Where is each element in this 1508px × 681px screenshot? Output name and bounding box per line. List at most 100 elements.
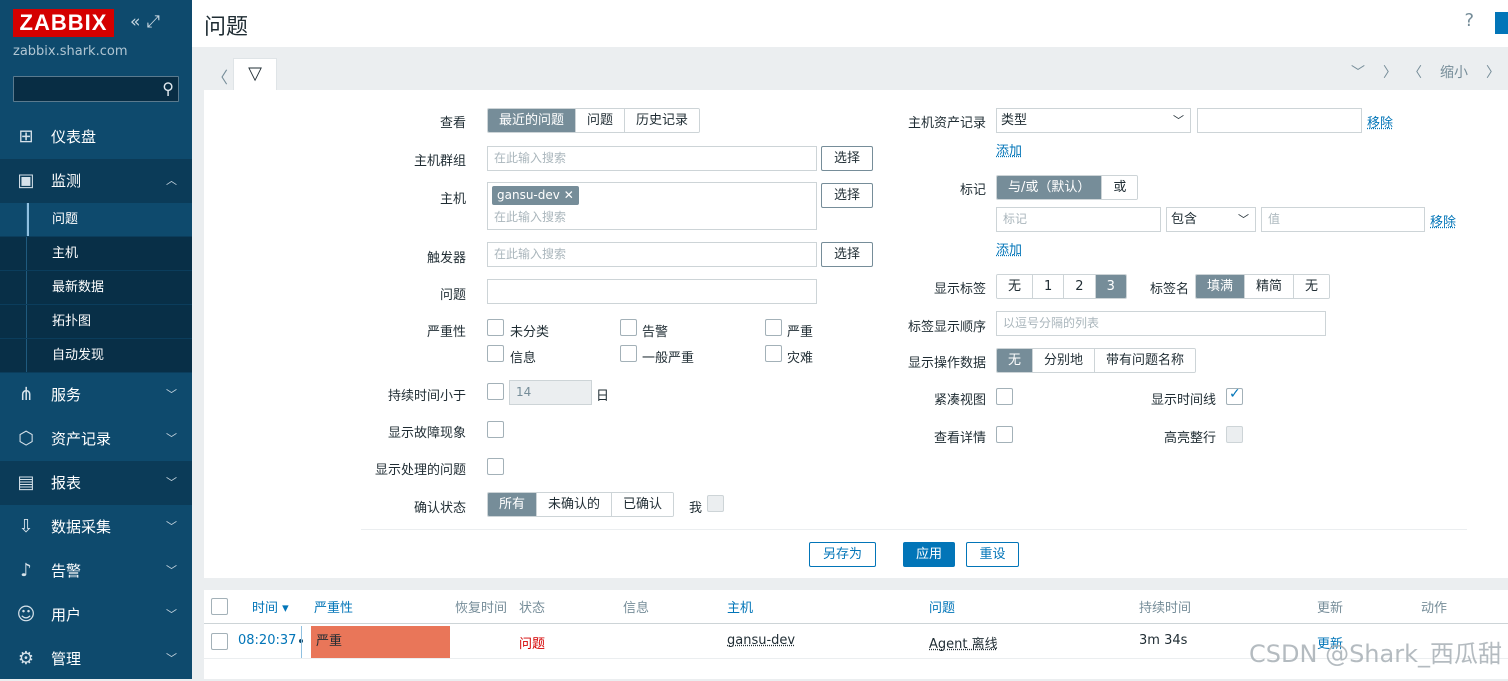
tag-priority-input[interactable]: 以逗号分隔的列表 [996,311,1326,336]
timeline-line [301,626,302,658]
trigger-select-button[interactable]: 选择 [821,242,873,267]
prev-period-icon[interactable]: 〈 [1415,65,1422,81]
sidebar-search-input[interactable]: ⚲ [13,76,179,102]
severity-info-checkbox[interactable] [487,345,504,362]
table-header-divider [204,623,1508,624]
row-host[interactable]: gansu-dev [727,633,795,648]
inventory-add-link[interactable]: 添加 [996,140,1022,159]
col-duration: 持续时间 [1139,601,1192,616]
nav-alerts[interactable]: ♪ 告警 ﹀ [0,549,192,593]
show-symptoms-checkbox[interactable] [487,421,504,438]
save-as-button[interactable]: 另存为 [809,542,876,567]
nav-monitoring[interactable]: ▣ 监测 ︿ [0,159,192,203]
select-all-checkbox[interactable] [211,598,228,615]
tags-mode-and-or[interactable]: 与/或（默认） [997,176,1103,199]
opdata-none[interactable]: 无 [997,349,1034,372]
hostgroup-input[interactable]: 在此输入搜索 [487,146,817,171]
reset-button[interactable]: 重设 [966,542,1019,567]
severity-high-checkbox[interactable] [765,319,782,336]
duration-input[interactable]: 14 [509,380,592,405]
tag-operator-select[interactable]: 包含 ﹀ [1166,207,1256,232]
highlight-checkbox[interactable] [1226,426,1243,443]
opdata-with-name[interactable]: 带有问题名称 [1095,349,1196,372]
ack-me-checkbox[interactable] [707,495,724,512]
ack-all[interactable]: 所有 [488,493,538,516]
opdata-separately[interactable]: 分别地 [1033,349,1096,372]
sub-problems[interactable]: 问题 [0,203,192,237]
tag-name-full[interactable]: 填满 [1196,275,1246,298]
row-problem[interactable]: Agent 离线 [929,633,998,652]
trigger-input[interactable]: 在此输入搜索 [487,242,817,267]
chevron-down-icon[interactable]: ﹀ [1351,65,1365,81]
tag-name-short[interactable]: 精简 [1245,275,1295,298]
host-multiselect[interactable]: gansu-dev ✕ 在此输入搜索 [487,182,817,230]
col-severity[interactable]: 严重性 [314,597,353,616]
severity-not-classified-checkbox[interactable] [487,319,504,336]
chevron-left-icon[interactable]: 〈 [212,64,228,88]
duration-checkbox[interactable] [487,383,504,400]
nav-services[interactable]: ⋔ 服务 ﹀ [0,373,192,417]
sub-latest-data[interactable]: 最新数据 [0,271,192,305]
details-checkbox[interactable] [996,426,1013,443]
show-tags-2[interactable]: 2 [1064,275,1096,298]
nav-administration[interactable]: ⚙ 管理 ﹀ [0,637,192,681]
severity-disaster-checkbox[interactable] [765,345,782,362]
nav-users[interactable]: ☺ 用户 ﹀ [0,593,192,637]
tag-add-link[interactable]: 添加 [996,239,1022,258]
show-suppressed-checkbox[interactable] [487,458,504,475]
hostgroup-select-button[interactable]: 选择 [821,146,873,171]
compact-view-checkbox[interactable] [996,388,1013,405]
sub-maps[interactable]: 拓扑图 [0,305,192,339]
next-period-icon[interactable]: 〉 [1486,65,1500,81]
zabbix-logo[interactable]: ZABBIX [13,9,114,37]
show-tags-none[interactable]: 无 [997,275,1034,298]
kiosk-mode-icon[interactable]: ⤢ [146,12,160,32]
problem-input[interactable] [487,279,817,304]
main-content: 问题 ? 〈 ▽ ﹀ 〉 〈 缩小 〉 查看 最近的问题 问题 历史记录 主机群组 在此… [192,0,1508,679]
row-checkbox[interactable] [211,633,228,650]
collapse-icon[interactable]: « [130,12,140,32]
severity-label-3: 信息 [510,351,537,366]
help-icon[interactable]: ? [1464,10,1474,31]
host-chip[interactable]: gansu-dev ✕ [492,186,579,205]
nav-label: 资产记录 [51,430,112,448]
chevron-right-icon[interactable]: 〉 [1383,65,1397,81]
search-icon[interactable]: ⚲ [162,79,174,98]
view-problems[interactable]: 问题 [576,109,626,132]
col-problem[interactable]: 问题 [929,597,955,616]
nav-data-collection[interactable]: ⇩ 数据采集 ﹀ [0,505,192,549]
nav-reports[interactable]: ▤ 报表 ﹀ [0,461,192,505]
show-tags-3[interactable]: 3 [1095,275,1126,298]
tag-input[interactable]: 标记 [996,207,1161,232]
nav-dashboard[interactable]: ⊞ 仪表盘 [0,115,192,159]
view-recent-problems[interactable]: 最近的问题 [488,109,577,132]
show-tags-1[interactable]: 1 [1033,275,1065,298]
severity-warning-checkbox[interactable] [620,319,637,336]
apply-button[interactable]: 应用 [903,542,955,567]
nav-label: 报表 [51,474,82,492]
col-time[interactable]: 时间 ▾ [252,597,289,616]
ack-unacknowledged[interactable]: 未确认的 [537,493,613,516]
ack-acknowledged[interactable]: 已确认 [612,493,674,516]
tag-value-input[interactable]: 值 [1261,207,1425,232]
remove-chip-icon[interactable]: ✕ [564,188,574,202]
col-host[interactable]: 主机 [727,597,753,616]
zoom-out-button[interactable]: 缩小 [1440,65,1468,81]
view-history[interactable]: 历史记录 [625,109,700,132]
kiosk-button[interactable] [1495,12,1508,34]
inventory-type-select[interactable]: 类型 ﹀ [996,108,1191,133]
inventory-value-input[interactable] [1197,108,1362,133]
tags-mode-or[interactable]: 或 [1102,176,1138,199]
inventory-remove-link[interactable]: 移除 [1367,112,1393,131]
row-time[interactable]: 08:20:37 [238,633,296,648]
filter-tab[interactable]: ▽ [233,58,277,92]
timeline-checkbox[interactable] [1226,386,1243,405]
severity-label-2: 严重 [787,325,814,340]
severity-average-checkbox[interactable] [620,345,637,362]
host-select-button[interactable]: 选择 [821,183,873,208]
sub-discovery[interactable]: 自动发现 [0,339,192,373]
tag-remove-link[interactable]: 移除 [1430,211,1456,230]
nav-inventory[interactable]: ⬡ 资产记录 ﹀ [0,417,192,461]
tag-name-none[interactable]: 无 [1294,275,1330,298]
sub-hosts[interactable]: 主机 [0,237,192,271]
